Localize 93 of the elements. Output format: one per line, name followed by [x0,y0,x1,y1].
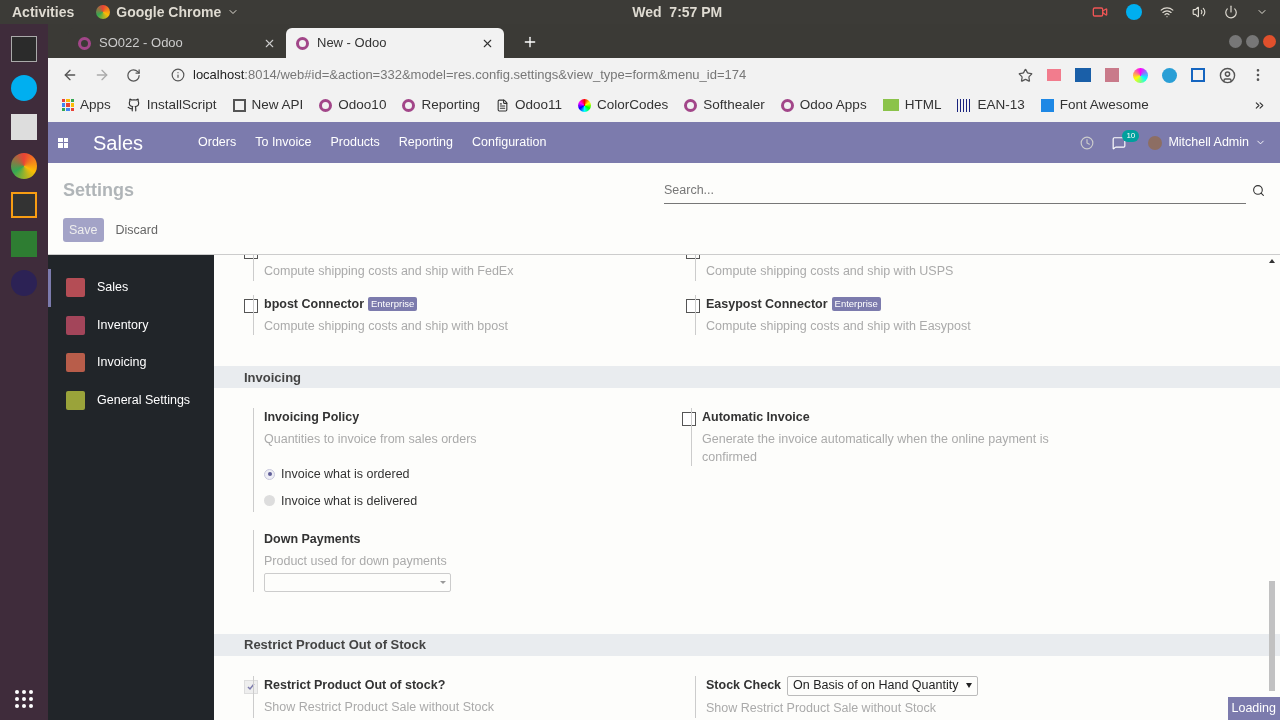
camera-icon [1092,4,1108,20]
document-icon [495,98,509,112]
setting-description: Compute shipping costs and ship with bpost [264,317,509,335]
ring-icon [296,36,309,50]
wifi-icon [1160,5,1174,19]
app-title[interactable]: Sales [93,127,198,158]
ring-icon [684,98,698,112]
volume-icon [1192,5,1206,19]
bookmark[interactable]: Odoo Apps [780,94,867,116]
bookmark-star-icon[interactable] [1018,67,1033,83]
setting-description: Compute shipping costs and ship with Easypost [706,317,972,335]
bookmark[interactable]: InstallScript [126,94,217,116]
setting-title: Automatic Invoice [702,409,811,427]
bookmark[interactable]: HTML [882,94,942,116]
checkbox[interactable] [682,412,696,427]
clock: Wed 7:57 PM [632,2,723,22]
messages-icon[interactable] [1112,135,1127,150]
notification-count: 10 [1122,129,1140,142]
field-label: Stock Check [706,677,782,695]
check-icon [247,682,255,691]
enterprise-badge: Enterprise [831,297,881,312]
app-menu[interactable]: Google Chrome [116,1,222,23]
radio-option[interactable]: Invoice what is ordered [264,464,656,484]
setting-title: Restrict Product Out of stock? [264,676,447,694]
sidebar-item[interactable]: Invoicing [48,344,214,382]
bookmark[interactable]: Font Awesome [1040,94,1149,116]
tab-title: New - Odoo [317,34,387,53]
checkbox-edge [244,255,258,259]
activities-button[interactable]: Activities [12,1,75,23]
color-wheel-icon [578,98,591,112]
profile-icon[interactable] [1219,66,1236,84]
menu-item[interactable]: Orders [198,133,237,152]
info-icon [171,68,185,82]
setting-description: Compute shipping costs and ship with FedEx [264,263,515,280]
app-grid-icon[interactable] [15,690,33,708]
reload-icon[interactable] [126,67,141,83]
setting-description: Product used for down payments [264,553,448,570]
tab-title: SO022 - Odoo [99,34,183,53]
bookmark[interactable]: Reporting [402,94,480,116]
loading-indicator: Loading [1227,697,1280,720]
github-icon [126,98,141,112]
bookmark[interactable]: ColorCodes [578,94,669,116]
menu-item[interactable]: Products [330,133,380,152]
search-field[interactable]: Search... [664,177,1246,204]
new-tab-icon[interactable] [522,34,538,50]
bookmark[interactable]: Apps [62,94,111,116]
bookmark[interactable]: EAN-13 [957,94,1025,116]
menu-item[interactable]: To Invoice [255,133,312,152]
setting-description: Show Restrict Product Sale without Stock [264,698,495,716]
caret-icon [440,580,446,584]
setting-title: Down Payments [264,531,362,549]
menu-item[interactable]: Configuration [472,133,547,152]
stock-check-select[interactable]: On Basis of on Hand Quantity [787,675,979,696]
setting-description: Quantities to invoice from sales orders [264,431,478,448]
radio-option[interactable]: Invoice what is delivered [264,491,656,511]
ring-icon [78,36,91,50]
sidebar-item[interactable]: General Settings [48,381,214,419]
bookmark[interactable]: Odoo10 [319,94,387,116]
maximize-icon[interactable] [1246,35,1259,48]
ring-icon [319,98,333,112]
setting-title: bpost Connector [264,295,364,313]
search-icon[interactable] [1252,184,1265,197]
setting-title: Easypost Connector [706,295,828,313]
checkbox-edge [686,255,700,259]
page-title: Settings [63,179,135,202]
checkbox[interactable] [686,298,700,313]
bookmark[interactable]: New API [232,94,304,116]
discard-button[interactable]: Discard [109,220,164,240]
setting-title: Invoicing Policy [264,409,361,427]
bookmark[interactable]: Softhealer [684,94,765,116]
radio-button[interactable] [264,468,275,480]
power-icon [1224,5,1238,19]
avatar [1148,135,1163,150]
user-menu[interactable]: Mitchell Admin [1168,133,1266,152]
minimize-icon[interactable] [1229,35,1242,48]
back-icon[interactable] [62,67,78,83]
apps-grid-icon [62,99,74,111]
caret-icon [966,683,973,689]
enterprise-badge: Enterprise [368,297,418,312]
menu-item[interactable]: Reporting [398,133,454,152]
browser-tab[interactable]: New - Odoo [286,28,504,58]
bookmark[interactable]: Odoo11 [495,94,562,116]
ring-icon [402,98,416,112]
checkbox[interactable] [244,298,258,313]
section-heading: Restrict Product Out of Stock [214,633,1280,656]
setting-description: Compute shipping costs and ship with USPS [706,263,955,280]
setting-description: Show Restrict Product Sale without Stock [706,699,937,717]
setting-description: Generate the invoice automatically when the online payment is confirmed [702,431,1050,466]
radio-button[interactable] [264,495,275,507]
sidebar-item[interactable]: Inventory [48,306,214,344]
ring-icon [780,98,794,112]
apps-menu-icon[interactable] [58,137,68,148]
section-heading: Invoicing [214,366,1280,389]
